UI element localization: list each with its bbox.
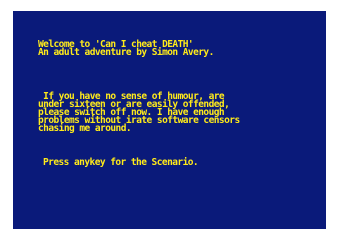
screen-border: Welcome to 'Can I cheat DEATH' An adult … (0, 0, 337, 241)
game-screen[interactable]: Welcome to 'Can I cheat DEATH' An adult … (13, 11, 326, 229)
author-line: An adult adventure by Simon Avery. (38, 47, 214, 58)
press-any-key-prompt: Press anykey for the Scenario. (43, 157, 199, 168)
warning-line: chasing me around. (38, 123, 132, 134)
